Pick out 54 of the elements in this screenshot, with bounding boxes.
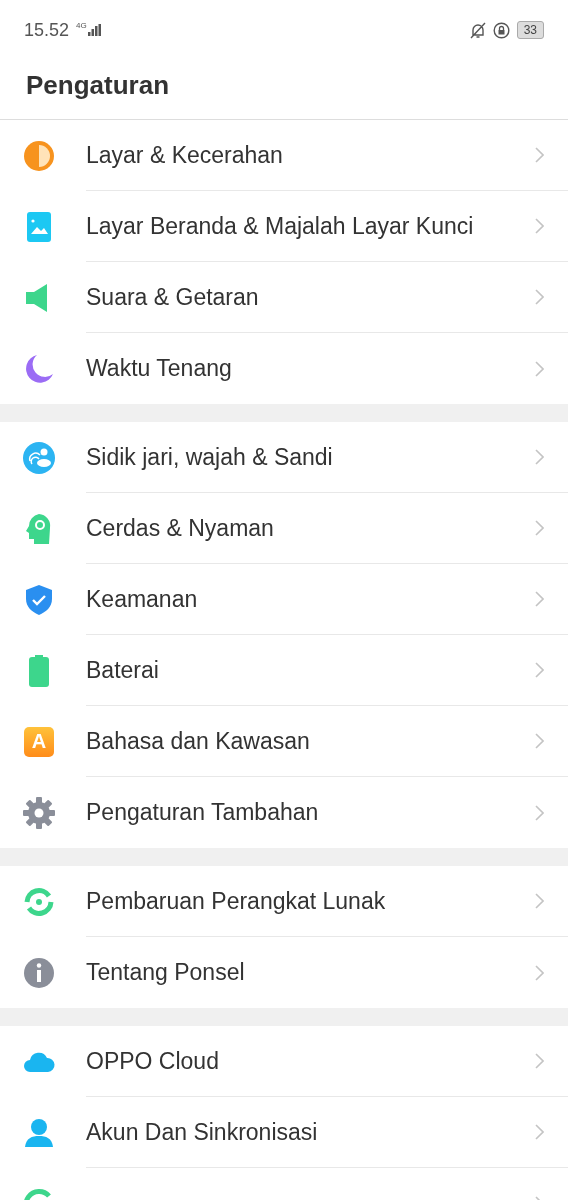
settings-item[interactable]: Cerdas & Nyaman: [0, 493, 568, 564]
item-label: Baterai: [86, 656, 159, 684]
chevron-icon: [535, 520, 544, 536]
item-label: Bahasa dan Kawasan: [86, 727, 310, 755]
contrast-icon: [22, 138, 56, 173]
settings-item[interactable]: OPPO Cloud: [0, 1026, 568, 1097]
chevron-icon: [535, 1053, 544, 1069]
chevron-icon: [535, 733, 544, 749]
settings-item[interactable]: Pembaruan Perangkat Lunak: [0, 866, 568, 937]
chevron-icon: [535, 360, 544, 377]
rotation-lock-icon: [492, 21, 510, 39]
item-label: Akun Dan Sinkronisasi: [86, 1118, 318, 1146]
item-label: Layar & Kecerahan: [86, 141, 283, 169]
muted-bell-icon: [469, 21, 486, 39]
item-label: Tentang Ponsel: [86, 959, 245, 986]
settings-item[interactable]: Keamanan: [0, 564, 568, 635]
item-label: Keamanan: [86, 585, 198, 613]
item-label: Cerdas & Nyaman: [86, 514, 274, 542]
chevron-icon: [535, 662, 544, 678]
status-time: 15.52: [24, 19, 70, 41]
info-icon: [22, 955, 56, 990]
item-label: Pengaturan Tambahan: [86, 799, 319, 826]
item-label: Pembaruan Perangkat Lunak: [86, 887, 386, 915]
network-type: 4G: [76, 20, 87, 30]
letter-icon: A: [24, 726, 54, 757]
chevron-icon: [535, 804, 544, 821]
chevron-icon: [535, 218, 544, 234]
battery-indicator: 33: [516, 21, 544, 39]
chevron-icon: [535, 449, 544, 465]
item-label: Sidik jari, wajah & Sandi: [86, 443, 333, 471]
settings-item[interactable]: A Bahasa dan Kawasan: [0, 706, 568, 777]
item-label: Waktu Tenang: [86, 355, 232, 382]
fingerprint-icon: [22, 440, 56, 475]
settings-item[interactable]: Layar Beranda & Majalah Layar Kunci: [0, 191, 568, 262]
item-label: Suara & Getaran: [86, 283, 259, 311]
settings-item[interactable]: Layar & Kecerahan: [0, 120, 568, 191]
signal-icon: [87, 24, 101, 36]
settings-item[interactable]: Suara & Getaran: [0, 262, 568, 333]
item-label: OPPO Cloud: [86, 1047, 219, 1075]
settings-item[interactable]: Pengaturan Tambahan: [0, 777, 568, 848]
settings-item[interactable]: Baterai: [0, 635, 568, 706]
chevron-icon: [535, 591, 544, 607]
chevron-icon: [535, 893, 544, 909]
settings-item[interactable]: Sidik jari, wajah & Sandi: [0, 422, 568, 493]
chevron-icon: [535, 1124, 544, 1140]
chevron-icon: [535, 964, 544, 981]
settings-item[interactable]: Akun Dan Sinkronisasi: [0, 1097, 568, 1168]
settings-icon: [22, 795, 56, 830]
settings-item[interactable]: Tentang Ponsel: [0, 937, 568, 1008]
chevron-icon: [535, 289, 544, 305]
settings-item[interactable]: Waktu Tenang: [0, 333, 568, 404]
page-title: Pengaturan: [0, 60, 568, 120]
item-label: Layar Beranda & Majalah Layar Kunci: [86, 212, 474, 240]
chevron-icon: [535, 147, 544, 163]
